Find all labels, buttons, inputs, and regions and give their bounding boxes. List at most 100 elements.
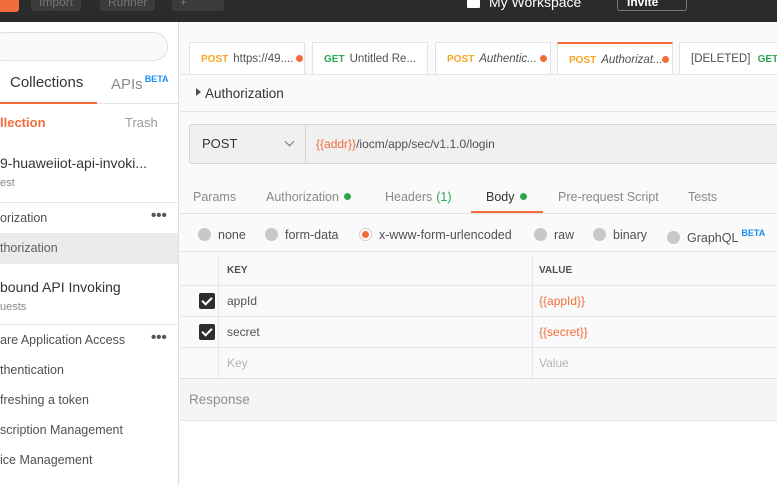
radio-binary[interactable]: binary [593,228,647,242]
key-input[interactable]: Key [227,356,248,370]
table-row: appId {{appId}} [180,286,777,317]
request-title: Authorization [205,86,284,101]
url-bar: POST {{addr}}/iocm/app/sec/v1.1.0/login [189,124,777,164]
value-cell[interactable]: {{secret}} [539,325,588,339]
radio-icon [198,228,211,241]
collection-title: bound API Invoking [0,279,121,295]
collection-item[interactable]: bound API Invoking uests [0,263,178,325]
sidebar: Collections APIs BETA llection Trash 9-hu… [0,22,179,485]
new-tab-label: + [180,0,188,9]
sidebar-request-item[interactable]: freshing a token [0,385,178,415]
invite-button[interactable]: Invite [617,0,687,11]
unsaved-dot-icon [662,56,669,63]
collection-subtitle: est [0,177,15,189]
radio-icon [265,228,278,241]
new-tab-button[interactable]: + [172,0,224,11]
collection-title: 9-huaweiiot-api-invoki... [0,155,148,171]
request-tab-name: Authorizat... [601,54,663,66]
table-row: secret {{secret}} [180,317,777,348]
collection-item[interactable]: 9-huaweiiot-api-invoki... est [0,142,178,203]
table-header-row: KEY VALUE [180,255,777,286]
value-column-header: VALUE [539,265,573,276]
value-input[interactable]: Value [539,356,569,370]
tab-authorization[interactable]: Authorization [266,190,351,204]
radio-icon [534,228,547,241]
headers-count: (1) [436,190,452,204]
url-input[interactable]: {{addr}}/iocm/app/sec/v1.1.0/login [316,125,495,163]
radio-urlencoded[interactable]: x-www-form-urlencoded [359,228,512,242]
expand-caret-icon[interactable] [196,88,201,96]
tab-apis-label: APIs [111,76,143,93]
request-tabs: POST https://49.... GET Untitled Re... POS… [180,42,777,74]
runner-button[interactable]: Runner [100,0,156,11]
tab-apis[interactable]: APIs BETA [111,68,169,104]
workspace-label: My Workspace [489,0,582,10]
collection-subtitle: uests [0,301,27,313]
workspace-switcher[interactable]: My Workspace [467,0,581,10]
tab-params[interactable]: Params [193,190,236,204]
request-label: ice Management [0,453,93,467]
url-variable: {{addr}} [316,137,357,151]
sidebar-request-item[interactable]: ice Management [0,445,178,475]
radio-selected-icon [359,228,372,241]
tab-collections-label: Collections [10,74,84,91]
sidebar-request-item[interactable]: scription Management [0,415,178,445]
tab-headers[interactable]: Headers (1) [385,190,452,204]
request-label: thentication [0,363,64,377]
tab-collections[interactable]: Collections [0,68,97,104]
new-button[interactable] [0,0,19,12]
trash-button[interactable]: Trash [125,115,158,130]
value-cell[interactable]: {{appId}} [539,294,585,308]
more-options-icon[interactable]: ••• [151,207,167,224]
radio-raw-label: raw [554,228,575,242]
response-panel-header[interactable]: Response [180,378,777,421]
request-tab-active[interactable]: POST Authorizat... [557,42,673,74]
method-label: POST [569,55,597,66]
request-tab[interactable]: GET Untitled Re... [312,42,428,74]
sidebar-search-input[interactable] [0,32,168,61]
request-tab[interactable]: POST https://49.... [189,42,305,74]
tab-body[interactable]: Body [486,190,527,204]
row-checkbox[interactable] [199,293,215,309]
request-tab-name: Untitled Re... [349,53,417,65]
key-cell[interactable]: secret [227,325,260,339]
beta-badge: BETA [741,228,766,238]
radio-raw[interactable]: raw [534,228,574,242]
tab-authorization-label: Authorization [266,190,339,204]
import-button[interactable]: Import [31,0,82,11]
request-editor: POST https://49.... GET Untitled Re... POS… [180,22,777,485]
request-tab[interactable]: [DELETED] GET× [679,42,777,74]
radio-none[interactable]: none [198,228,246,242]
new-collection-button[interactable]: llection [0,115,46,130]
sidebar-folder-item[interactable]: are Application Access ••• [0,325,178,355]
sidebar-request-item[interactable]: thentication [0,355,178,385]
row-checkbox[interactable] [199,324,215,340]
method-label: POST [447,54,475,65]
tab-prerequest-script[interactable]: Pre-request Script [558,190,659,204]
radio-icon [667,231,680,244]
key-column-header: KEY [227,265,248,276]
app-header: Import Runner + My Workspace Invite [0,0,777,22]
sidebar-request-item[interactable]: thorization [0,233,178,263]
request-tab[interactable]: POST Authentic... [435,42,551,74]
method-label: GET [757,54,777,65]
radio-binary-label: binary [613,228,648,242]
folder-label: are Application Access [0,333,126,347]
radio-graphql[interactable]: GraphQL BETA [667,228,765,245]
request-label: thorization [0,241,58,255]
invite-label: Invite [627,0,659,9]
tab-tests[interactable]: Tests [688,190,717,204]
method-label: POST [201,54,229,65]
radio-none-label: none [218,228,246,242]
status-dot-icon [519,193,527,200]
radio-form-data[interactable]: form-data [265,228,339,242]
request-subtabs: Params Authorization Headers (1) Body Pre… [180,182,777,214]
body-type-selector: none form-data x-www-form-urlencoded raw… [180,218,777,252]
radio-graphql-label: GraphQL [687,231,739,245]
radio-icon [593,228,606,241]
key-cell[interactable]: appId [227,294,257,308]
sidebar-folder-item[interactable]: orization ••• [0,203,178,233]
more-options-icon[interactable]: ••• [151,329,167,346]
method-select[interactable]: POST [190,125,306,163]
url-path: /iocm/app/sec/v1.1.0/login [356,137,495,151]
